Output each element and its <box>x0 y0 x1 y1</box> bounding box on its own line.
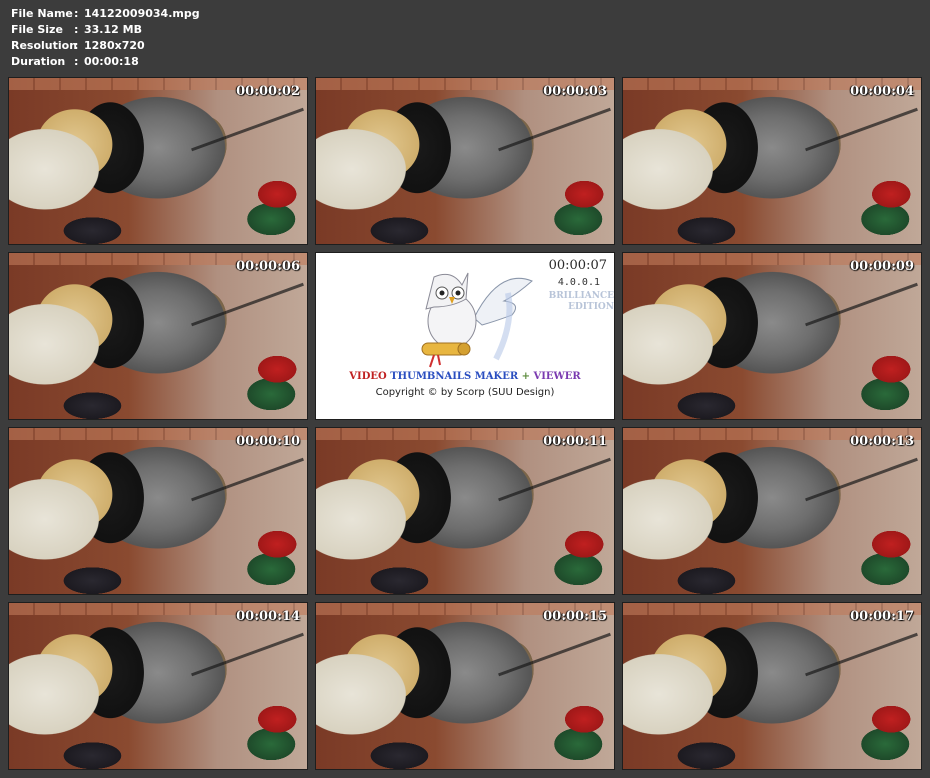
file-info-panel: File Name : 14122009034.mpg File Size : … <box>11 6 200 70</box>
duration-row: Duration : 00:00:18 <box>11 54 200 70</box>
file-size-label: File Size <box>11 23 63 36</box>
video-thumbnail[interactable]: 00:00:13 <box>622 427 922 595</box>
app-title: VIDEO THUMBNAILS MAKER + VIEWER <box>316 371 614 382</box>
video-thumbnail[interactable]: 00:00:17 <box>622 602 922 770</box>
video-thumbnail[interactable]: 00:00:06 <box>8 252 308 420</box>
file-name-value: 14122009034.mpg <box>84 7 200 20</box>
timestamp-label: 00:00:06 <box>236 259 300 274</box>
edition-line-1: BRILLIANCE <box>548 291 614 301</box>
video-thumbnail[interactable]: 00:00:04 <box>622 77 922 245</box>
timestamp-label: 00:00:15 <box>543 609 607 624</box>
video-thumbnail[interactable]: 00:00:02 <box>8 77 308 245</box>
resolution-value: 1280x720 <box>84 39 145 52</box>
file-name-row: File Name : 14122009034.mpg <box>11 6 200 22</box>
video-thumbnail[interactable]: 00:00:15 <box>315 602 615 770</box>
title-word-video: VIDEO <box>349 371 387 382</box>
resolution-label: Resolution <box>11 39 78 52</box>
title-word-thumbnails: THUMBNAILS <box>390 371 472 382</box>
title-word-viewer: VIEWER <box>533 371 581 382</box>
video-thumbnail[interactable]: 00:00:03 <box>315 77 615 245</box>
timestamp-label: 00:00:14 <box>236 609 300 624</box>
separator: : <box>74 23 79 36</box>
file-name-label: File Name <box>11 7 73 20</box>
timestamp-label: 00:00:13 <box>850 434 914 449</box>
version-label: 4.0.0.1 <box>557 277 600 288</box>
timestamp-label: 00:00:04 <box>850 84 914 99</box>
owl-logo-icon <box>421 272 533 368</box>
file-size-row: File Size : 33.12 MB <box>11 22 200 38</box>
video-thumbnail[interactable]: 00:00:09 <box>622 252 922 420</box>
timestamp-label: 00:00:09 <box>850 259 914 274</box>
duration-value: 00:00:18 <box>84 55 139 68</box>
thumbnail-grid: 00:00:02 00:00:03 00:00:04 00:00:06 00:0… <box>8 77 922 770</box>
resolution-row: Resolution : 1280x720 <box>11 38 200 54</box>
separator: : <box>74 39 79 52</box>
separator: : <box>74 55 79 68</box>
edition-line-2: EDITION <box>568 302 614 312</box>
file-size-value: 33.12 MB <box>84 23 142 36</box>
timestamp-label: 00:00:17 <box>850 609 914 624</box>
edition-label: BRILLIANCE EDITION <box>534 291 614 313</box>
timestamp-label: 00:00:11 <box>543 434 607 449</box>
copyright-text: Copyright © by Scorp (SUU Design) <box>375 387 555 398</box>
app-logo-thumbnail[interactable]: 00:00:07 4.0.0.1 BRILLIANCE EDITION VIDE… <box>315 252 615 420</box>
timestamp-label: 00:00:02 <box>236 84 300 99</box>
video-thumbnail[interactable]: 00:00:14 <box>8 602 308 770</box>
separator: : <box>74 7 79 20</box>
timestamp-label: 00:00:03 <box>543 84 607 99</box>
title-word-maker: MAKER <box>474 371 519 382</box>
duration-label: Duration <box>11 55 66 68</box>
timestamp-label: 00:00:10 <box>236 434 300 449</box>
video-thumbnail[interactable]: 00:00:11 <box>315 427 615 595</box>
video-thumbnail[interactable]: 00:00:10 <box>8 427 308 595</box>
timestamp-label: 00:00:07 <box>548 258 607 273</box>
title-plus: + <box>521 371 530 382</box>
